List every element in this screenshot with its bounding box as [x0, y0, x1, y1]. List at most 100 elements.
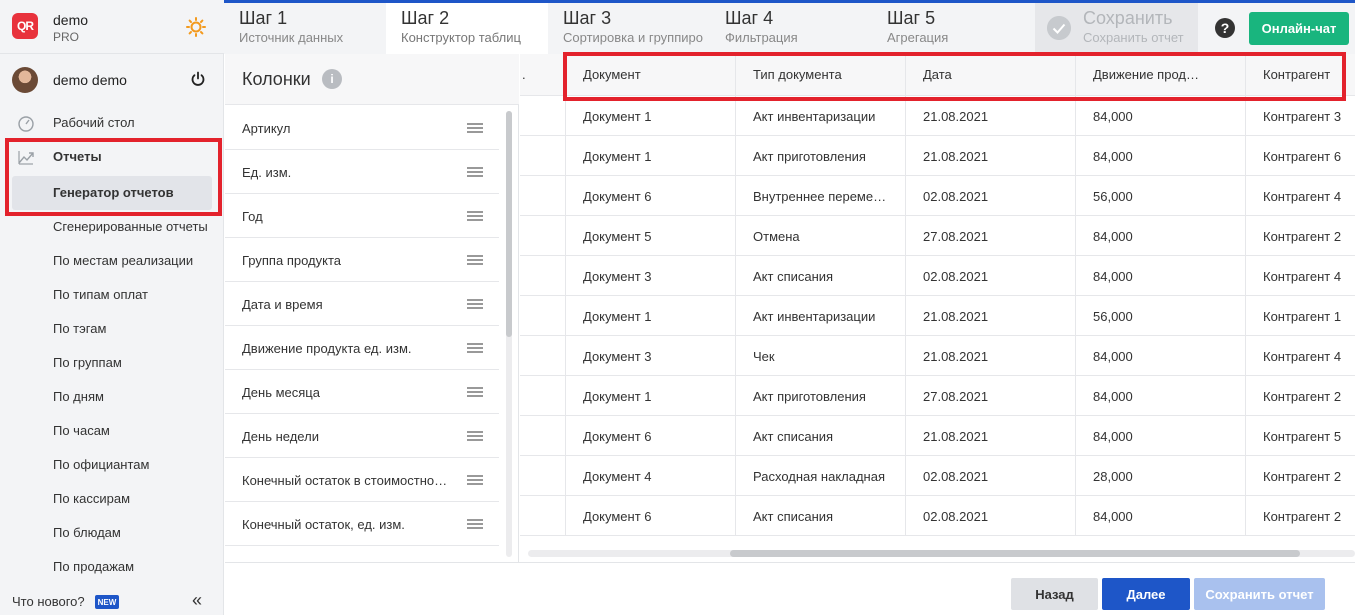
drag-handle-icon[interactable] [467, 387, 483, 397]
save-report-button[interactable]: Сохранить отчет [1194, 578, 1325, 610]
drag-handle-icon[interactable] [467, 299, 483, 309]
step-subtitle: Сохранить отчет [1083, 30, 1184, 45]
sidebar-item-by-hours[interactable]: По часам [0, 414, 224, 448]
columns-scrollbar[interactable] [506, 111, 512, 557]
drag-handle-icon[interactable] [467, 431, 483, 441]
drag-handle-icon[interactable] [467, 211, 483, 221]
sidebar-item-by-groups[interactable]: По группам [0, 346, 224, 380]
drag-handle-icon[interactable] [467, 123, 483, 133]
table-cell: 84,000 [1075, 256, 1245, 296]
sidebar-item-by-sales-points[interactable]: По местам реализации [0, 244, 224, 278]
next-button[interactable]: Далее [1102, 578, 1190, 610]
collapse-sidebar-icon[interactable]: « [192, 590, 202, 611]
drag-handle-icon[interactable] [467, 475, 483, 485]
table-horizontal-scrollbar[interactable] [528, 550, 1355, 557]
user-row[interactable]: demo demo [0, 60, 224, 100]
table-row[interactable]: Документ 1 Акт инвентаризации 21.08.2021 84… [520, 96, 1355, 136]
table-cell: 84,000 [1075, 376, 1245, 416]
sidebar-item-by-payment-types[interactable]: По типам оплат [0, 278, 224, 312]
table-cell: Акт списания [735, 496, 905, 536]
sidebar-item-by-sales[interactable]: По продажам [0, 550, 224, 584]
table-cell-text: Документ 6 [583, 189, 652, 204]
table-cell-text: 84,000 [1093, 269, 1133, 284]
table-cell-text: 84,000 [1093, 229, 1133, 244]
table-cell-text: Контрагент 2 [1263, 229, 1342, 244]
table-row[interactable]: Документ 3 Акт списания 02.08.2021 84,000 Ко… [520, 256, 1355, 296]
table-cell: Акт инвентаризации [735, 296, 905, 336]
table-cell-text: Акт инвентаризации [753, 309, 876, 324]
table-cell: Контрагент 3 [1245, 96, 1355, 136]
columns-title: Колонки [242, 69, 311, 89]
sidebar-item-dashboard[interactable]: Рабочий стол [0, 106, 224, 140]
scrollbar-thumb[interactable] [506, 111, 512, 337]
drag-handle-icon[interactable] [467, 167, 483, 177]
column-label: Конечный остаток, ед. изм. [242, 517, 405, 532]
tab-step-5[interactable]: Шаг 5 Агрегация [872, 3, 1034, 54]
table-row[interactable]: Документ 6 Акт списания 21.08.2021 84,000 Ко… [520, 416, 1355, 456]
back-button[interactable]: Назад [1011, 578, 1098, 610]
sidebar-item-by-cashiers[interactable]: По кассирам [0, 482, 224, 516]
table-row[interactable]: Документ 1 Акт приготовления 21.08.2021 84,… [520, 136, 1355, 176]
drag-handle-icon[interactable] [467, 255, 483, 265]
table-cell: 21.08.2021 [905, 96, 1075, 136]
tab-save[interactable]: Сохранить Сохранить отчет [1035, 3, 1198, 54]
dashboard-icon [18, 116, 34, 132]
step-subtitle: Источник данных [239, 30, 344, 45]
table-cell-gutter [520, 456, 565, 496]
table-row[interactable]: Документ 1 Акт приготовления 27.08.2021 84,… [520, 376, 1355, 416]
column-item[interactable]: Артикул [225, 106, 499, 150]
table-cell-text: 28,000 [1093, 469, 1133, 484]
table-row[interactable]: Документ 6 Акт списания 02.08.2021 84,000 Ко… [520, 496, 1355, 536]
column-item[interactable]: День недели [225, 414, 499, 458]
table-row[interactable]: Документ 3 Чек 21.08.2021 84,000 Контрагент … [520, 336, 1355, 376]
info-icon[interactable]: i [322, 69, 342, 89]
tab-step-1[interactable]: Шаг 1 Источник данных [224, 3, 386, 54]
table-row[interactable]: Документ 6 Внутреннее перемещение 02.08.20… [520, 176, 1355, 216]
column-item[interactable]: Дата и время [225, 282, 499, 326]
step-subtitle: Агрегация [887, 30, 949, 45]
table-row[interactable]: Документ 5 Отмена 27.08.2021 84,000 Контраге… [520, 216, 1355, 256]
whats-new-link[interactable]: Что нового? [12, 594, 85, 609]
table-cell: 28,000 [1075, 456, 1245, 496]
drag-handle-icon[interactable] [467, 343, 483, 353]
step-subtitle: Сортировка и группировка [563, 30, 703, 45]
sidebar-item-by-waiters[interactable]: По официантам [0, 448, 224, 482]
sun-icon[interactable] [186, 17, 206, 37]
table-cell-text: Контрагент 4 [1263, 269, 1342, 284]
table-cell: Документ 3 [565, 256, 735, 296]
sidebar-item-by-tags[interactable]: По тэгам [0, 312, 224, 346]
sidebar-item-by-dishes[interactable]: По блюдам [0, 516, 224, 550]
table-cell-text: Расходная накладная [753, 469, 886, 484]
drag-handle-icon[interactable] [467, 519, 483, 529]
table-cell: Акт приготовления [735, 136, 905, 176]
table-cell-text: 02.08.2021 [923, 509, 989, 524]
table-cell-gutter [520, 296, 565, 336]
tab-step-3[interactable]: Шаг 3 Сортировка и группировка [548, 3, 710, 54]
scrollbar-thumb[interactable] [730, 550, 1300, 557]
user-name: demo demo [53, 72, 127, 88]
column-item[interactable]: Год [225, 194, 499, 238]
column-item[interactable]: Группа продукта [225, 238, 499, 282]
column-item[interactable]: Движение продукта ед. изм. [225, 326, 499, 370]
brand-plan: PRO [53, 30, 80, 44]
table-cell-text: Контрагент 2 [1263, 469, 1342, 484]
table-cell-text: Документ 1 [583, 109, 652, 124]
table-cell: Документ 3 [565, 336, 735, 376]
tab-step-2[interactable]: Шаг 2 Конструктор таблиц [386, 3, 548, 54]
column-item[interactable]: Конечный остаток, ед. изм. [225, 502, 499, 546]
column-item[interactable]: Конечный остаток в стоимостном выражении [225, 458, 499, 502]
table-row[interactable]: Документ 4 Расходная накладная 02.08.2021 2… [520, 456, 1355, 496]
column-item[interactable]: День месяца [225, 370, 499, 414]
column-label: Конечный остаток в стоимостном выражении [242, 473, 454, 488]
power-icon[interactable] [190, 71, 206, 87]
tab-step-4[interactable]: Шаг 4 Фильтрация [710, 3, 872, 54]
column-item[interactable]: Ед. изм. [225, 150, 499, 194]
sidebar-item-by-days[interactable]: По дням [0, 380, 224, 414]
table-cell-text: 21.08.2021 [923, 349, 989, 364]
footer-bar: Назад Далее Сохранить отчет [225, 562, 1355, 615]
help-icon[interactable]: ? [1215, 18, 1235, 38]
table-row[interactable]: Документ 1 Акт инвентаризации 21.08.2021 56… [520, 296, 1355, 336]
sidebar-item-label: По дням [53, 389, 104, 404]
online-chat-button[interactable]: Онлайн-чат [1249, 12, 1349, 45]
table-cell: 02.08.2021 [905, 256, 1075, 296]
